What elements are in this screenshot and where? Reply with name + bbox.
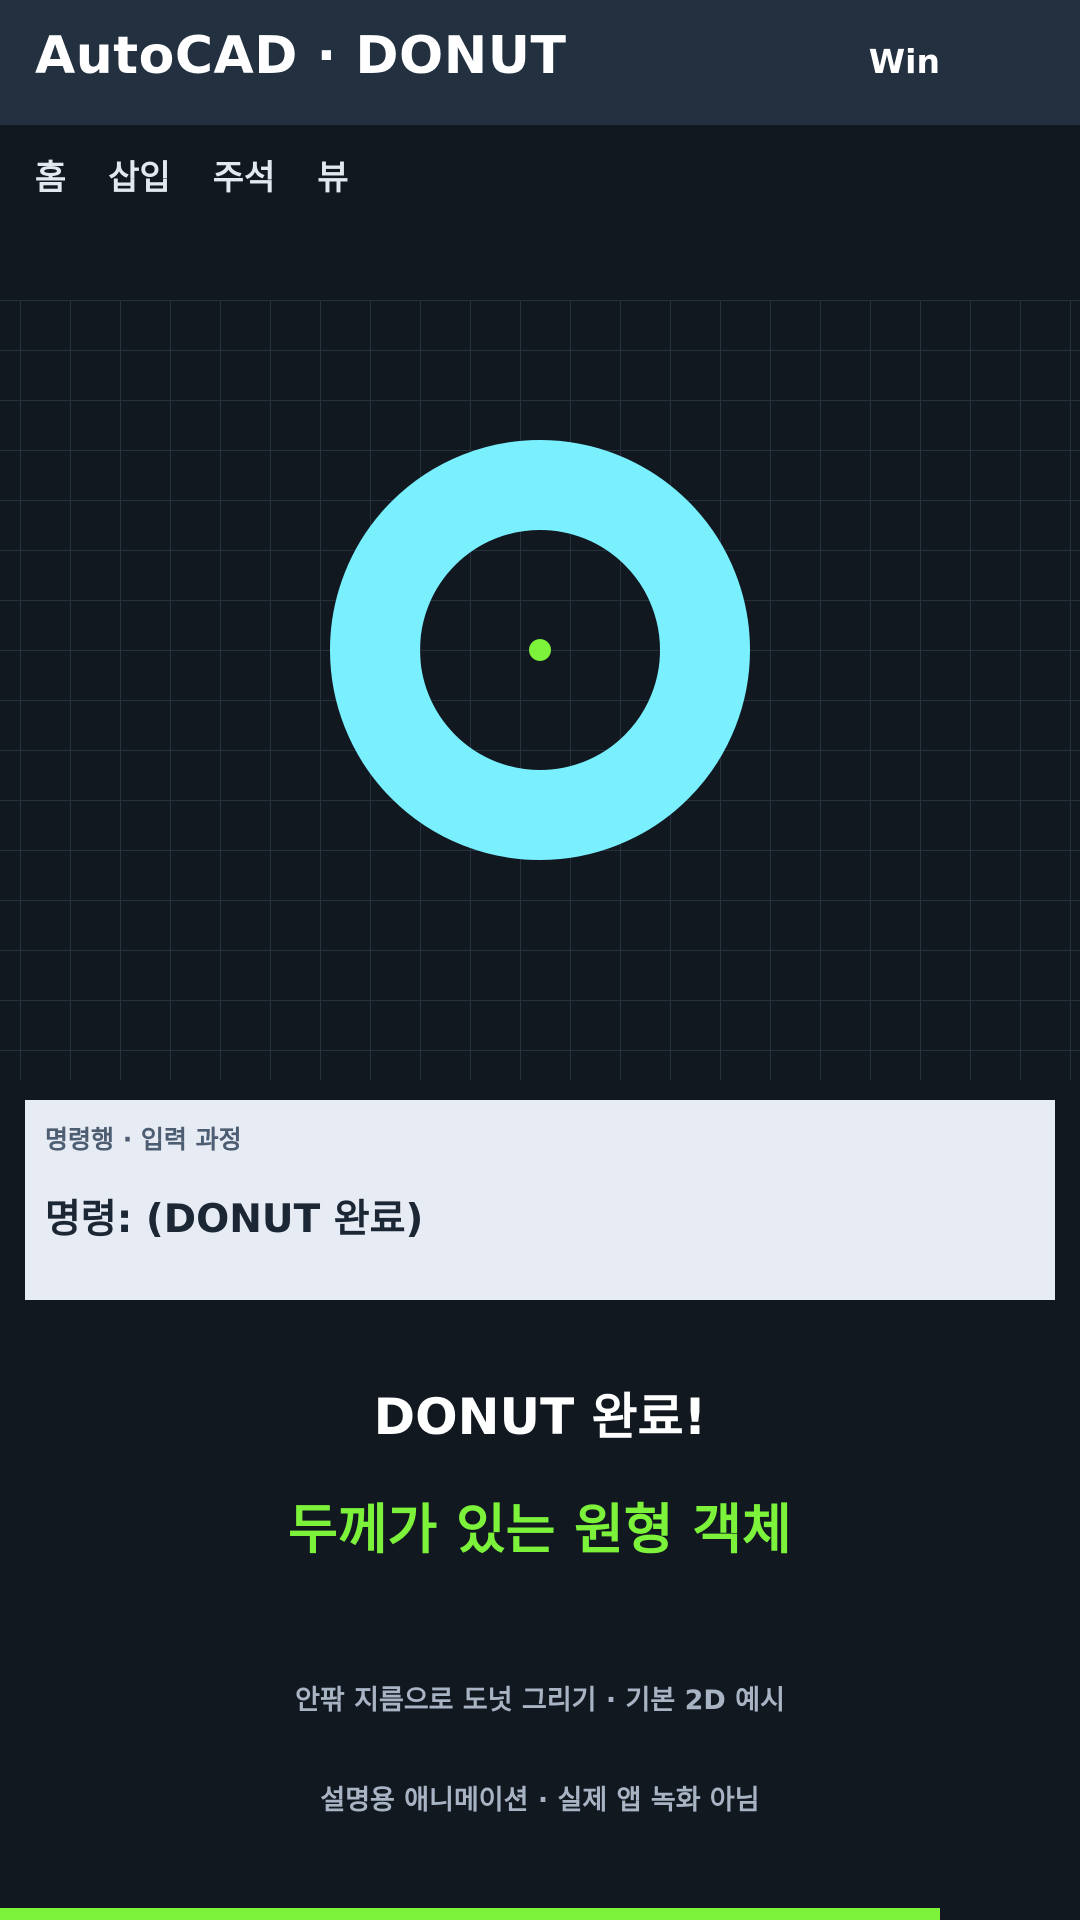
description-line-2: 설명용 애니메이션 · 실제 앱 녹화 아님	[320, 1785, 760, 1816]
command-line-label: 명령행 · 입력 과정	[45, 1125, 242, 1154]
completion-subhead: 두께가 있는 원형 객체	[288, 1498, 792, 1561]
tab-view[interactable]: 뷰	[317, 150, 348, 199]
donut-center-point	[529, 639, 551, 661]
app-title: AutoCAD · DONUT	[35, 26, 567, 86]
description-line-1: 안팎 지름으로 도넛 그리기 · 기본 2D 예시	[295, 1685, 785, 1716]
tab-annotate[interactable]: 주석	[213, 150, 276, 199]
drawing-canvas[interactable]	[0, 300, 1080, 1080]
completion-headline: DONUT 완료!	[373, 1388, 707, 1446]
donut-drawing	[330, 440, 750, 860]
title-bar: AutoCAD · DONUT Win	[0, 0, 1080, 125]
tab-insert[interactable]: 삽입	[108, 150, 171, 199]
progress-bar	[0, 1908, 1080, 1920]
progress-fill	[0, 1908, 940, 1920]
command-line-text: 명령: (DONUT 완료)	[45, 1197, 424, 1242]
platform-label: Win	[868, 42, 940, 81]
command-line-panel[interactable]: 명령행 · 입력 과정 명령: (DONUT 완료)	[25, 1100, 1055, 1300]
ribbon-tabs: 홈 삽입 주석 뷰	[35, 150, 349, 199]
tab-home[interactable]: 홈	[35, 150, 66, 199]
